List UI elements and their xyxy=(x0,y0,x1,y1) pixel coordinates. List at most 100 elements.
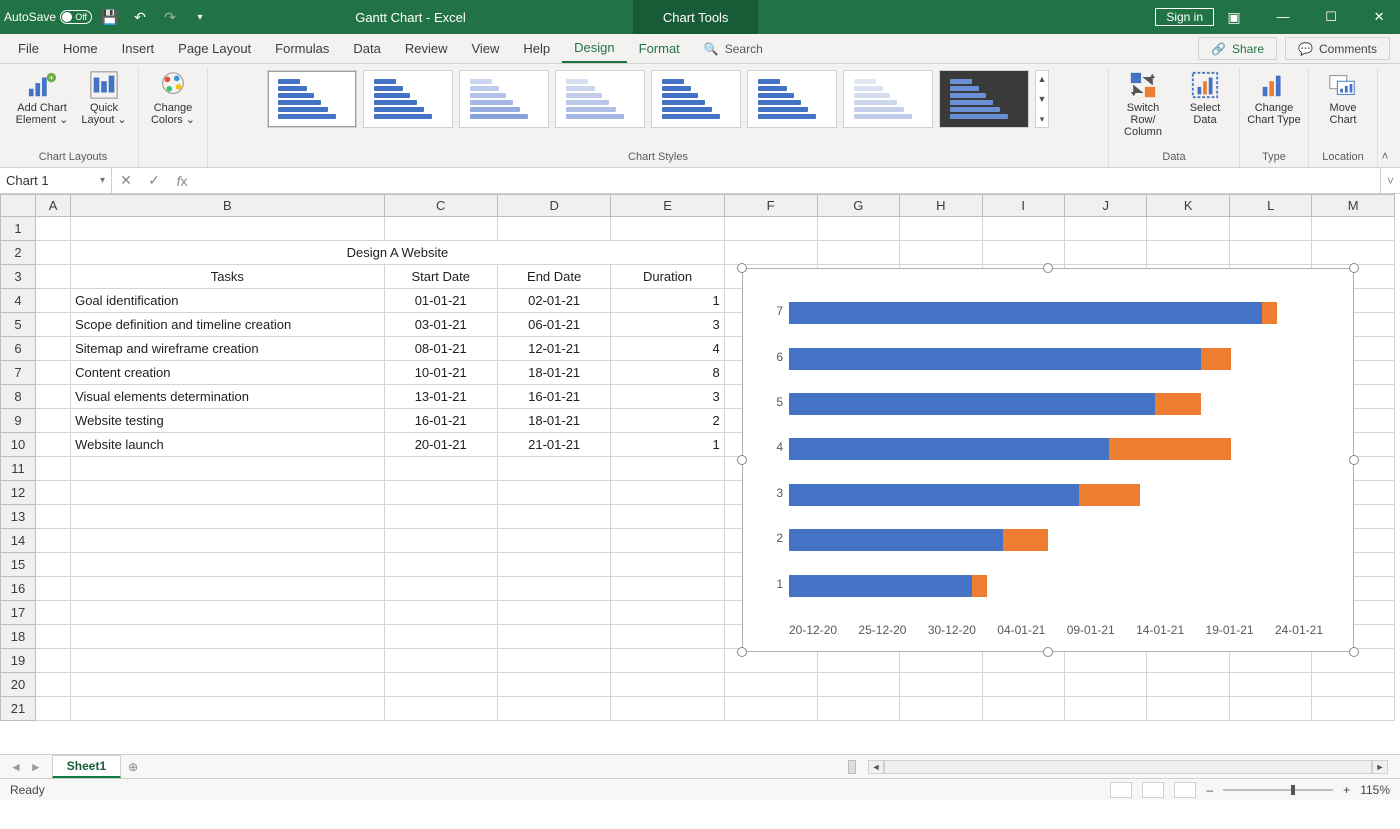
cell[interactable] xyxy=(71,601,384,625)
cell[interactable] xyxy=(611,649,724,673)
cell[interactable] xyxy=(982,217,1064,241)
chart-bar-series1[interactable] xyxy=(789,438,1109,460)
cell[interactable] xyxy=(71,697,384,721)
cell[interactable] xyxy=(36,601,71,625)
tab-home[interactable]: Home xyxy=(51,34,110,63)
cell[interactable] xyxy=(497,217,610,241)
maximize-icon[interactable]: ☐ xyxy=(1314,9,1348,25)
cell[interactable]: 3 xyxy=(611,313,724,337)
cell[interactable] xyxy=(817,649,899,673)
cell[interactable]: Goal identification xyxy=(71,289,384,313)
scroll-right-icon[interactable]: ► xyxy=(1372,760,1388,774)
cell[interactable] xyxy=(1064,241,1146,265)
chart-bar-series1[interactable] xyxy=(789,575,972,597)
cell[interactable] xyxy=(36,217,71,241)
cell[interactable] xyxy=(1147,649,1229,673)
resize-handle[interactable] xyxy=(737,647,747,657)
row-header[interactable]: 20 xyxy=(1,673,36,697)
zoom-in-icon[interactable]: + xyxy=(1343,783,1350,797)
column-header[interactable]: E xyxy=(611,195,724,217)
row-header[interactable]: 4 xyxy=(1,289,36,313)
cell[interactable] xyxy=(1064,697,1146,721)
cell[interactable] xyxy=(384,577,497,601)
row-header[interactable]: 16 xyxy=(1,577,36,601)
cell[interactable] xyxy=(384,529,497,553)
cell[interactable] xyxy=(1312,673,1395,697)
row-header[interactable]: 19 xyxy=(1,649,36,673)
column-header[interactable]: I xyxy=(982,195,1064,217)
cell[interactable] xyxy=(384,601,497,625)
chart-style-thumb[interactable] xyxy=(939,70,1029,128)
cell[interactable] xyxy=(724,673,817,697)
cell[interactable] xyxy=(384,697,497,721)
next-sheet-icon[interactable]: ► xyxy=(30,760,42,774)
cell[interactable] xyxy=(724,241,817,265)
enter-formula-icon[interactable]: ✓ xyxy=(140,172,168,189)
cell[interactable] xyxy=(36,529,71,553)
cell[interactable] xyxy=(384,481,497,505)
cell[interactable]: 2 xyxy=(611,409,724,433)
undo-icon[interactable]: ↶ xyxy=(128,5,152,29)
cell[interactable]: 16-01-21 xyxy=(497,385,610,409)
chart-style-thumb[interactable] xyxy=(363,70,453,128)
cell[interactable]: 18-01-21 xyxy=(497,361,610,385)
cell[interactable] xyxy=(36,481,71,505)
cell[interactable] xyxy=(36,553,71,577)
cell[interactable] xyxy=(71,577,384,601)
resize-handle[interactable] xyxy=(1349,263,1359,273)
cell[interactable] xyxy=(611,457,724,481)
cell[interactable] xyxy=(611,505,724,529)
column-header[interactable]: M xyxy=(1312,195,1395,217)
chart-bar-series1[interactable] xyxy=(789,393,1155,415)
cell[interactable] xyxy=(900,697,982,721)
comments-button[interactable]: 💬 Comments xyxy=(1285,37,1390,60)
cell[interactable] xyxy=(1312,241,1395,265)
cell[interactable] xyxy=(900,673,982,697)
cell[interactable] xyxy=(384,457,497,481)
cell[interactable] xyxy=(384,673,497,697)
chart-style-thumb[interactable] xyxy=(843,70,933,128)
cell[interactable] xyxy=(817,697,899,721)
save-icon[interactable]: 💾 xyxy=(98,5,122,29)
row-header[interactable]: 3 xyxy=(1,265,36,289)
cell[interactable]: 13-01-21 xyxy=(384,385,497,409)
cell[interactable] xyxy=(1147,217,1229,241)
cell[interactable] xyxy=(1229,697,1311,721)
select-all-cell[interactable] xyxy=(1,195,36,217)
cell[interactable] xyxy=(724,697,817,721)
cell[interactable] xyxy=(1229,673,1311,697)
column-header[interactable]: F xyxy=(724,195,817,217)
minimize-icon[interactable]: ― xyxy=(1266,9,1300,25)
prev-sheet-icon[interactable]: ◄ xyxy=(10,760,22,774)
add-chart-element-button[interactable]: + Add Chart Element ⌄ xyxy=(14,70,70,126)
cell[interactable] xyxy=(36,337,71,361)
search-box[interactable]: 🔍 Search xyxy=(704,34,1194,63)
cell[interactable] xyxy=(611,577,724,601)
quick-layout-button[interactable]: Quick Layout ⌄ xyxy=(76,70,132,126)
cell[interactable]: Sitemap and wireframe creation xyxy=(71,337,384,361)
cell[interactable]: 08-01-21 xyxy=(384,337,497,361)
cell[interactable]: 4 xyxy=(611,337,724,361)
cell[interactable] xyxy=(36,265,71,289)
namebox-dropdown-icon[interactable]: ▾ xyxy=(100,175,105,186)
chart-bar-series2[interactable] xyxy=(1079,484,1140,506)
column-header[interactable]: K xyxy=(1147,195,1229,217)
row-header[interactable]: 7 xyxy=(1,361,36,385)
cell[interactable]: End Date xyxy=(497,265,610,289)
close-icon[interactable]: ✕ xyxy=(1362,9,1396,25)
cell[interactable] xyxy=(1147,241,1229,265)
cell[interactable] xyxy=(1064,649,1146,673)
cell[interactable]: 16-01-21 xyxy=(384,409,497,433)
cell[interactable]: Scope definition and timeline creation xyxy=(71,313,384,337)
cell[interactable] xyxy=(36,289,71,313)
column-header[interactable]: D xyxy=(497,195,610,217)
cell[interactable]: Start Date xyxy=(384,265,497,289)
cell[interactable] xyxy=(384,505,497,529)
zoom-level[interactable]: 115% xyxy=(1360,783,1390,797)
cell[interactable] xyxy=(36,697,71,721)
row-header[interactable]: 21 xyxy=(1,697,36,721)
column-header[interactable]: G xyxy=(817,195,899,217)
cell[interactable]: Visual elements determination xyxy=(71,385,384,409)
resize-handle[interactable] xyxy=(1043,263,1053,273)
chart-bar-series2[interactable] xyxy=(1201,348,1232,370)
